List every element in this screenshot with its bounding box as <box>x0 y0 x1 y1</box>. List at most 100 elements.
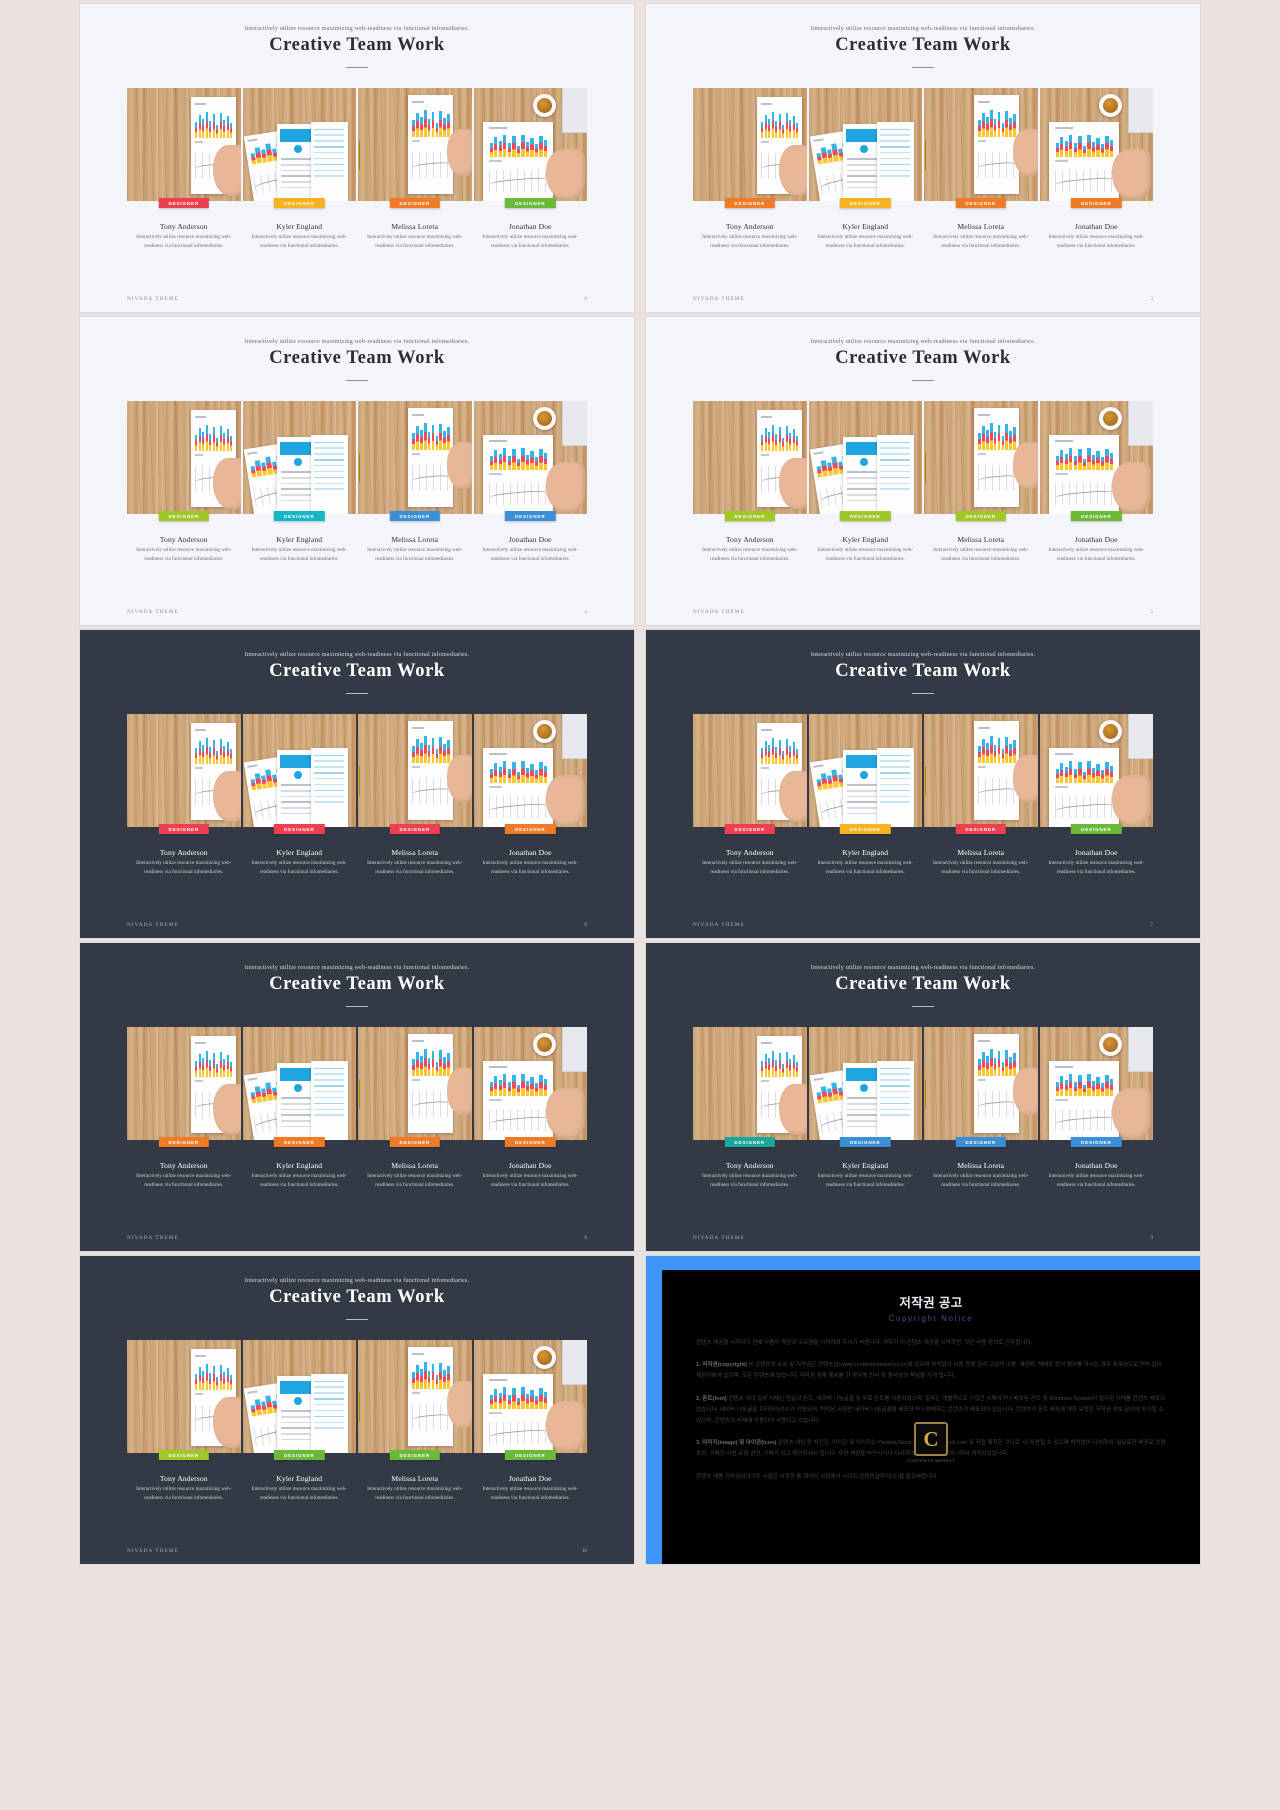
member-description: Interactively utilize resource maximizin… <box>367 547 463 562</box>
doc-line-graph <box>978 465 1016 492</box>
team-card[interactable]: DESIGNER <box>924 401 1038 521</box>
team-card[interactable]: DESIGNER <box>924 714 1038 834</box>
team-card[interactable]: DESIGNER <box>924 88 1038 208</box>
team-card[interactable]: DESIGNER <box>1039 714 1153 834</box>
bar <box>223 1371 226 1390</box>
team-card[interactable]: DESIGNER <box>242 88 356 208</box>
bar <box>195 1061 198 1077</box>
copyright-footer-note: 콘텐츠 제품 저작권심의기준 사항은 시청한 통 제이지 사항에서 사이트 콘텐… <box>696 1473 939 1480</box>
team-card[interactable]: DESIGNER <box>358 714 472 834</box>
bar <box>543 140 548 157</box>
bar <box>223 1058 226 1077</box>
member-name: Melissa Loreta <box>391 222 439 231</box>
team-card[interactable]: DESIGNER <box>1039 401 1153 521</box>
doc-line-graph <box>1054 170 1114 193</box>
team-card[interactable]: DESIGNER <box>473 1340 587 1460</box>
member-name: Tony Anderson <box>159 535 208 544</box>
slide-thumbnail[interactable]: Interactively utilize resource maximizin… <box>79 942 635 1252</box>
doc-line-graph <box>1054 1109 1114 1132</box>
copyright-panel: 저작권 공고 Copyright Notice 콘텐츠 제공을 시작하기 전에 … <box>662 1270 1200 1564</box>
team-card[interactable]: DESIGNER <box>473 88 587 208</box>
bar <box>1013 1053 1016 1076</box>
footer-page-number: 3 <box>1150 296 1153 302</box>
team-photo <box>358 1027 472 1140</box>
doc-line-graph <box>488 796 548 819</box>
team-card[interactable]: DESIGNER <box>693 401 807 521</box>
team-card[interactable]: DESIGNER <box>358 1027 472 1147</box>
team-card[interactable]: DESIGNER <box>693 88 807 208</box>
resume-document <box>842 1063 882 1140</box>
avatar-dot <box>859 458 868 467</box>
team-photo <box>127 1340 241 1453</box>
team-card[interactable]: DESIGNER <box>127 1027 241 1147</box>
bar-chart <box>978 1048 1016 1076</box>
team-card[interactable]: DESIGNER <box>693 714 807 834</box>
team-card[interactable]: DESIGNER <box>358 88 472 208</box>
team-member: Kyler England Interactively utilize reso… <box>809 1161 923 1190</box>
team-card[interactable]: DESIGNER <box>127 1340 241 1460</box>
bar <box>209 433 212 451</box>
footer-page-number: 5 <box>1150 609 1153 615</box>
slide-thumbnail[interactable]: Interactively utilize resource maximizin… <box>645 942 1201 1252</box>
team-photo <box>242 1340 356 1453</box>
team-card[interactable]: DESIGNER <box>1039 88 1153 208</box>
slide-thumbnail[interactable]: Interactively utilize resource maximizin… <box>79 316 635 626</box>
team-card[interactable]: DESIGNER <box>127 88 241 208</box>
team-card[interactable]: DESIGNER <box>924 1027 1038 1147</box>
footer-page-number: 6 <box>584 296 587 302</box>
doc-header-line <box>760 728 773 731</box>
title-divider <box>912 67 934 68</box>
bar <box>1005 736 1009 763</box>
team-card[interactable]: DESIGNER <box>242 1027 356 1147</box>
slide-title: Creative Team Work <box>269 974 445 994</box>
team-card[interactable]: DESIGNER <box>808 714 922 834</box>
team-card[interactable]: DESIGNER <box>808 401 922 521</box>
team-card[interactable]: DESIGNER <box>127 714 241 834</box>
hand <box>213 144 241 197</box>
bar <box>512 1075 516 1096</box>
bar <box>997 425 1001 450</box>
hand <box>779 1083 807 1136</box>
team-card[interactable]: DESIGNER <box>473 714 587 834</box>
bar <box>775 746 778 764</box>
bar <box>219 425 222 451</box>
text-line <box>314 459 345 461</box>
team-card[interactable]: DESIGNER <box>127 401 241 521</box>
footer-page-number: 8 <box>584 1235 587 1241</box>
team-card[interactable]: DESIGNER <box>358 401 472 521</box>
slide-thumbnail[interactable]: Interactively utilize resource maximizin… <box>79 3 635 313</box>
text-line <box>880 1102 911 1105</box>
slide-thumbnail[interactable]: Interactively utilize resource maximizin… <box>645 316 1201 626</box>
hand <box>213 770 241 823</box>
team-card[interactable]: DESIGNER <box>1039 1027 1153 1147</box>
doc-header-line <box>814 1077 825 1082</box>
role-badge: DESIGNER <box>955 824 1006 834</box>
team-card[interactable]: DESIGNER <box>242 401 356 521</box>
bar <box>1013 114 1016 137</box>
team-card[interactable]: DESIGNER <box>808 88 922 208</box>
team-card[interactable]: DESIGNER <box>242 714 356 834</box>
team-card[interactable]: DESIGNER <box>358 1340 472 1460</box>
doc-header-line <box>488 752 508 755</box>
bar <box>416 426 419 450</box>
team-card[interactable]: DESIGNER <box>473 401 587 521</box>
bar <box>219 112 222 138</box>
text-line <box>880 1096 911 1099</box>
member-name: Tony Anderson <box>725 535 774 544</box>
member-name: Tony Anderson <box>159 848 208 857</box>
text-line <box>847 1125 877 1128</box>
doc-header-line <box>412 100 424 103</box>
team-card[interactable]: DESIGNER <box>693 1027 807 1147</box>
slide-thumbnail[interactable]: Interactively utilize resource maximizin… <box>79 1255 635 1565</box>
slide-thumbnail[interactable]: Interactively utilize resource maximizin… <box>79 629 635 939</box>
bar-chart <box>412 1048 450 1076</box>
team-card[interactable]: DESIGNER <box>473 1027 587 1147</box>
slide-thumbnail[interactable]: Interactively utilize resource maximizin… <box>645 3 1201 313</box>
team-card[interactable]: DESIGNER <box>808 1027 922 1147</box>
bar <box>530 451 534 470</box>
copyright-slide[interactable]: 저작권 공고 Copyright Notice 콘텐츠 제공을 시작하기 전에 … <box>645 1255 1201 1565</box>
team-card[interactable]: DESIGNER <box>242 1340 356 1460</box>
slide-thumbnail[interactable]: Interactively utilize resource maximizin… <box>645 629 1201 939</box>
bar <box>764 427 767 451</box>
slide-title: Creative Team Work <box>269 35 445 55</box>
